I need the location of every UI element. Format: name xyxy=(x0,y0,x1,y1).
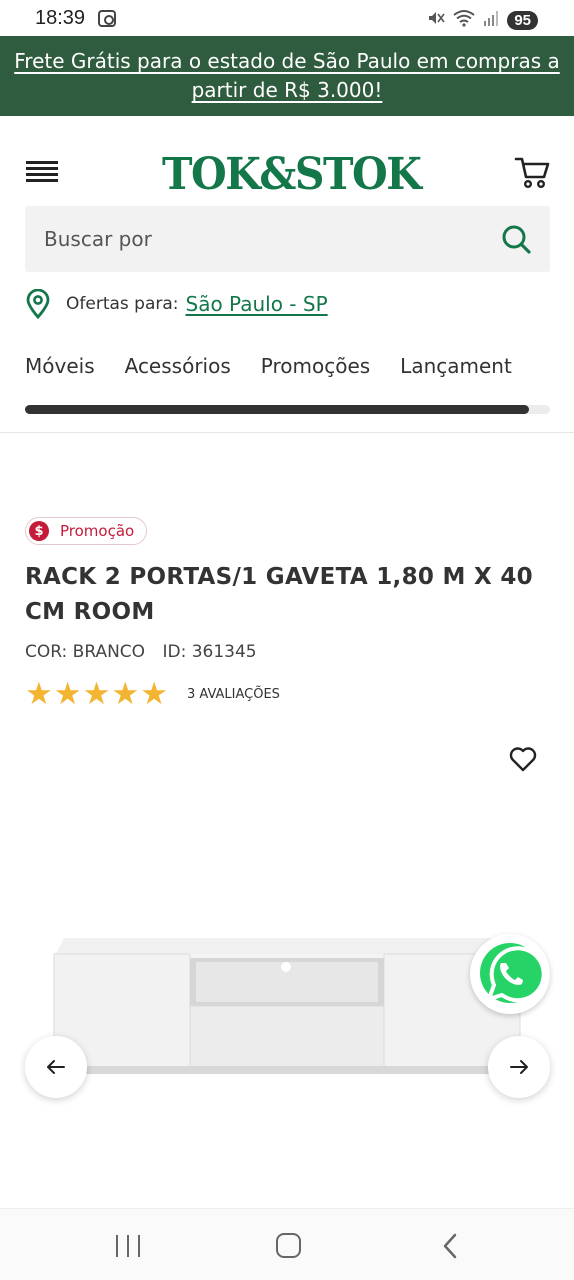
cart-icon[interactable] xyxy=(513,154,551,192)
android-nav-bar xyxy=(0,1208,574,1280)
hamburger-menu-icon[interactable] xyxy=(26,161,58,185)
back-icon[interactable] xyxy=(442,1233,458,1259)
star-icon: ★ xyxy=(140,675,168,712)
tab-lancamentos[interactable]: Lançament xyxy=(400,354,512,378)
carousel-prev-button[interactable] xyxy=(25,1036,87,1098)
star-icon: ★ xyxy=(111,675,140,712)
free-shipping-text[interactable]: Frete Grátis para o estado de São Paulo … xyxy=(14,49,560,102)
status-icons: 95 xyxy=(427,8,538,32)
promo-badge: $ Promoção xyxy=(25,517,148,545)
dollar-icon: $ xyxy=(29,521,49,541)
product-rating[interactable]: ★ ★ ★ ★ ★ 3 AVALIAÇÕES xyxy=(25,678,280,710)
battery-indicator: 95 xyxy=(507,10,538,30)
mute-icon xyxy=(427,9,445,32)
star-icon: ★ xyxy=(25,675,53,712)
category-nav-scroll-thumb[interactable] xyxy=(25,405,529,414)
location-label: Ofertas para: xyxy=(66,294,179,314)
category-nav-scrollbar[interactable] xyxy=(25,405,550,414)
star-icon: ★ xyxy=(82,675,111,712)
status-time: 18:39 xyxy=(35,7,86,29)
wifi-icon xyxy=(453,9,475,32)
promo-badge-label: Promoção xyxy=(60,522,135,540)
arrow-right-icon xyxy=(510,1060,528,1074)
product-color: COR: BRANCO xyxy=(25,642,146,662)
review-count[interactable]: 3 AVALIAÇÕES xyxy=(187,687,280,702)
rating-stars: ★ ★ ★ ★ ★ xyxy=(25,675,168,712)
product-id: ID: 361345 xyxy=(162,642,257,662)
tab-moveis[interactable]: Móveis xyxy=(25,354,95,378)
free-shipping-banner[interactable]: Frete Grátis para o estado de São Paulo … xyxy=(0,36,574,116)
favorite-heart-icon[interactable] xyxy=(508,744,538,774)
header-divider xyxy=(0,432,574,433)
search-icon[interactable] xyxy=(500,223,532,255)
tab-promocoes[interactable]: Promoções xyxy=(261,354,370,378)
whatsapp-icon xyxy=(480,943,545,1003)
arrow-left-icon xyxy=(47,1060,65,1074)
status-bar: 18:39 95 xyxy=(0,0,574,38)
tokstok-logo[interactable]: TOK&STOK xyxy=(162,148,422,200)
screenshot-icon xyxy=(98,10,116,27)
product-meta: COR: BRANCO ID: 361345 xyxy=(25,642,269,662)
location-pin-icon xyxy=(25,288,51,320)
star-icon: ★ xyxy=(53,675,82,712)
product-image[interactable] xyxy=(52,934,522,1076)
carousel-next-button[interactable] xyxy=(488,1036,550,1098)
search-placeholder: Buscar por xyxy=(44,227,152,251)
location-link[interactable]: São Paulo - SP xyxy=(186,292,328,316)
recents-icon[interactable] xyxy=(116,1235,140,1257)
category-nav: Móveis Acessórios Promoções Lançament xyxy=(25,354,574,378)
site-header: TOK&STOK Buscar por Ofertas para: São Pa… xyxy=(0,116,574,436)
search-input[interactable]: Buscar por xyxy=(25,206,550,272)
home-icon[interactable] xyxy=(276,1233,301,1258)
location-selector: Ofertas para: São Paulo - SP xyxy=(25,288,328,320)
signal-icon xyxy=(483,9,499,32)
tab-acessorios[interactable]: Acessórios xyxy=(125,354,231,378)
product-title: RACK 2 PORTAS/1 GAVETA 1,80 M X 40 CM RO… xyxy=(25,564,533,625)
whatsapp-button[interactable] xyxy=(470,934,550,1014)
